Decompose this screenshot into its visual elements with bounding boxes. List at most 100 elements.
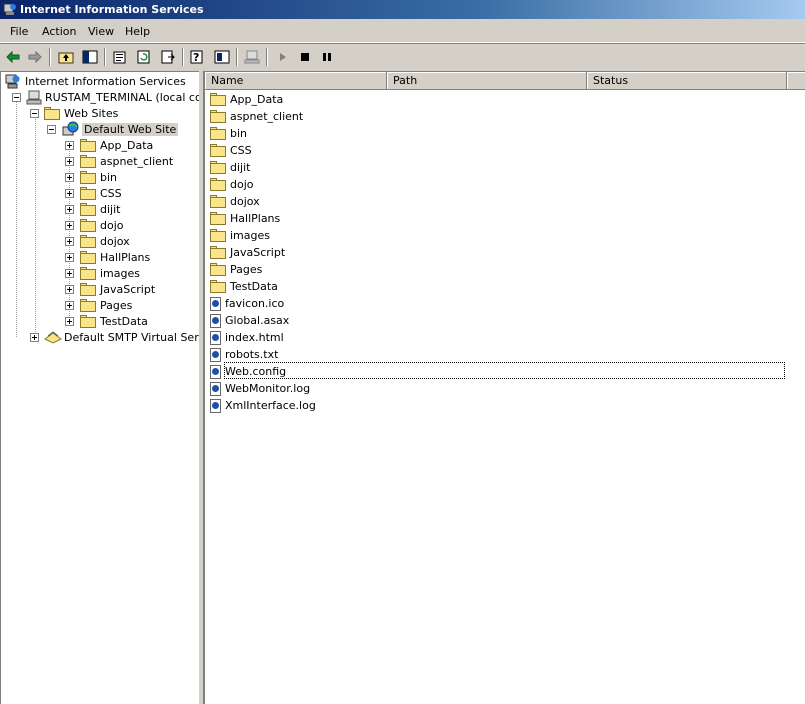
list-item-folder[interactable]: images — [210, 227, 270, 244]
list-item-label: index.html — [225, 331, 284, 344]
list-item-folder[interactable]: HallPlans — [210, 210, 280, 227]
expand-smtp-icon[interactable] — [30, 333, 39, 342]
list-item-folder[interactable]: Pages — [210, 261, 262, 278]
show-tree-icon[interactable] — [80, 47, 100, 67]
menu-file[interactable]: File — [8, 25, 30, 38]
tree-child-folder[interactable]: dojox — [80, 233, 130, 249]
list-item-folder[interactable]: aspnet_client — [210, 108, 303, 125]
list-item-folder[interactable]: TestData — [210, 278, 278, 295]
back-icon[interactable] — [3, 47, 23, 67]
expand-child-icon[interactable] — [65, 253, 74, 262]
toolbar-separator — [266, 48, 268, 66]
collapse-server-icon[interactable] — [12, 93, 21, 102]
expand-child-icon[interactable] — [65, 221, 74, 230]
list-item-file[interactable]: Global.asax — [210, 312, 289, 329]
list-item-label: aspnet_client — [230, 110, 304, 123]
forward-icon[interactable] — [25, 47, 45, 67]
tree-default-web-site[interactable]: Default Web Site — [62, 121, 179, 137]
pause-icon[interactable] — [317, 47, 337, 67]
tree-child-folder[interactable]: Pages — [80, 297, 132, 313]
tree-child-folder[interactable]: CSS — [80, 185, 122, 201]
tree-child-label: Pages — [100, 298, 133, 312]
list-item-folder[interactable]: JavaScript — [210, 244, 285, 261]
list-item-label: App_Data — [230, 93, 284, 106]
list-item-folder[interactable]: dojox — [210, 193, 260, 210]
tree-server[interactable]: RUSTAM_TERMINAL (local comp — [26, 89, 199, 105]
up-folder-icon[interactable] — [56, 47, 76, 67]
menu-view[interactable]: View — [86, 25, 116, 38]
tree-child-folder[interactable]: TestData — [80, 313, 148, 329]
tree-child-folder[interactable]: aspnet_client — [80, 153, 173, 169]
toolbar-separator — [104, 48, 106, 66]
list-item-file[interactable]: robots.txt — [210, 346, 278, 363]
computer-icon[interactable] — [242, 47, 262, 67]
tree-pane[interactable]: Internet Information Services RUSTAM_TERM… — [0, 71, 199, 704]
tree-child-folder[interactable]: HallPlans — [80, 249, 150, 265]
tree-smtp-server[interactable]: Default SMTP Virtual Server — [44, 329, 199, 345]
expand-child-icon[interactable] — [65, 285, 74, 294]
refresh-icon[interactable] — [134, 47, 154, 67]
iis-icon — [5, 74, 20, 88]
tree-smtp-label: Default SMTP Virtual Server — [64, 330, 199, 344]
list-item-label: Pages — [230, 263, 263, 276]
tree-child-folder[interactable]: dojo — [80, 217, 124, 233]
column-header-name[interactable]: Name — [205, 72, 387, 90]
collapse-default-site-icon[interactable] — [47, 125, 56, 134]
export-icon[interactable] — [158, 47, 178, 67]
window-title: Internet Information Services — [20, 3, 204, 16]
title-bar[interactable]: Internet Information Services — [0, 0, 805, 19]
list-item-file[interactable]: WebMonitor.log — [210, 380, 310, 397]
expand-child-icon[interactable] — [65, 205, 74, 214]
list-item-folder[interactable]: CSS — [210, 142, 252, 159]
tree-child-folder[interactable]: images — [80, 265, 140, 281]
tree-root[interactable]: Internet Information Services — [5, 73, 186, 89]
toolbar-separator — [236, 48, 238, 66]
column-header-filler — [787, 72, 805, 90]
list-item-label: dojo — [230, 178, 254, 191]
folder-icon — [210, 280, 226, 293]
tree-web-sites[interactable]: Web Sites — [44, 105, 118, 121]
collapse-web-sites-icon[interactable] — [30, 109, 39, 118]
list-item-label: favicon.ico — [225, 297, 285, 310]
folder-icon — [210, 161, 226, 174]
tree-child-label: HallPlans — [100, 250, 151, 264]
expand-child-icon[interactable] — [65, 317, 74, 326]
tree-child-folder[interactable]: JavaScript — [80, 281, 155, 297]
column-header-path[interactable]: Path — [387, 72, 587, 90]
list-item-label: CSS — [230, 144, 252, 157]
stop-icon[interactable] — [295, 47, 315, 67]
folder-icon — [210, 110, 226, 123]
menu-help[interactable]: Help — [123, 25, 152, 38]
folder-icon — [80, 266, 96, 280]
list-item-folder[interactable]: App_Data — [210, 91, 283, 108]
expand-child-icon[interactable] — [65, 301, 74, 310]
menu-action[interactable]: Action — [40, 25, 78, 38]
list-pane[interactable]: Name Path Status App_Data aspnet_clientbi… — [203, 71, 805, 704]
play-icon[interactable] — [273, 47, 293, 67]
tree-child-folder[interactable]: bin — [80, 169, 117, 185]
expand-child-icon[interactable] — [65, 189, 74, 198]
folder-icon — [210, 195, 226, 208]
tree-child-folder[interactable]: dijit — [80, 201, 120, 217]
console-icon[interactable] — [212, 47, 232, 67]
column-header-status[interactable]: Status — [587, 72, 787, 90]
help-icon[interactable]: ? — [188, 47, 208, 67]
list-item-folder[interactable]: dojo — [210, 176, 254, 193]
list-item-file[interactable]: XmlInterface.log — [210, 397, 316, 414]
expand-child-icon[interactable] — [65, 269, 74, 278]
list-item-file[interactable]: index.html — [210, 329, 284, 346]
file-icon — [210, 313, 221, 328]
folder-icon — [80, 218, 96, 232]
file-icon — [210, 398, 221, 413]
expand-child-icon[interactable] — [65, 141, 74, 150]
tree-child-label: bin — [100, 170, 118, 184]
list-item-label: dojox — [230, 195, 260, 208]
list-item-folder[interactable]: dijit — [210, 159, 250, 176]
properties-icon[interactable] — [110, 47, 130, 67]
expand-child-icon[interactable] — [65, 173, 74, 182]
list-item-folder[interactable]: bin — [210, 125, 247, 142]
list-item-file[interactable]: favicon.ico — [210, 295, 284, 312]
tree-child-folder[interactable]: App_Data — [80, 137, 153, 153]
expand-child-icon[interactable] — [65, 157, 74, 166]
expand-child-icon[interactable] — [65, 237, 74, 246]
